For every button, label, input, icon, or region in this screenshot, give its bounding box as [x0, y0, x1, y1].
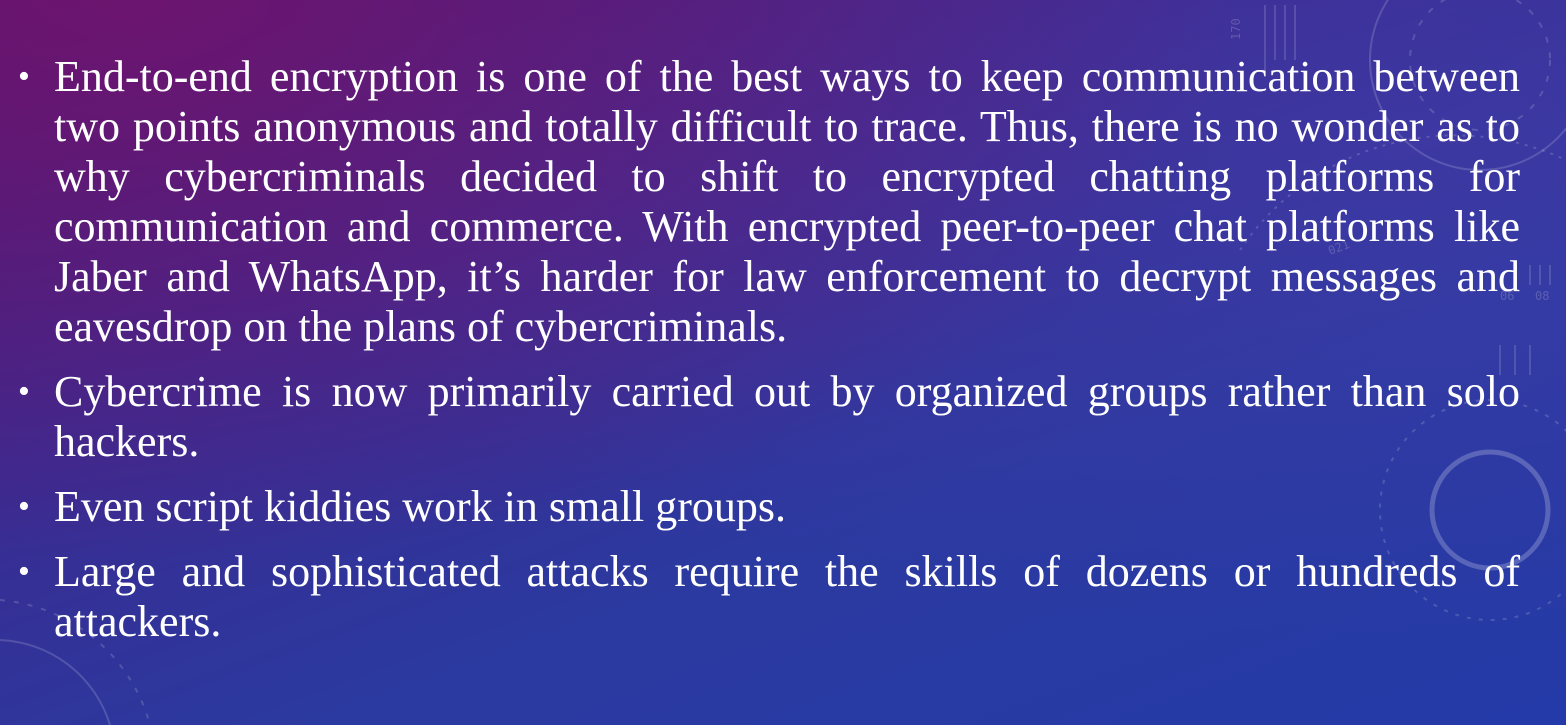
bullet-item-large-attacks: • Large and sophisticated attacks requir…	[0, 547, 1566, 647]
bullet-text: Cybercrime is now primarily carried out …	[54, 367, 1520, 466]
slide: { "slide": { "background_colors": ["#4a1…	[0, 0, 1566, 725]
bullet-dot-icon: •	[18, 58, 30, 95]
bullet-dot-icon: •	[18, 488, 30, 525]
bullet-text: End-to-end encryption is one of the best…	[54, 52, 1520, 351]
bullet-list: • End-to-end encryption is one of the be…	[0, 52, 1566, 647]
bullet-item-encryption: • End-to-end encryption is one of the be…	[0, 52, 1566, 352]
bullet-item-script-kiddies: • Even script kiddies work in small grou…	[0, 482, 1566, 532]
bullet-dot-icon: •	[18, 553, 30, 590]
slide-body: • End-to-end encryption is one of the be…	[0, 52, 1566, 712]
hud-label-170: 170	[1229, 18, 1243, 40]
bullet-dot-icon: •	[18, 373, 30, 410]
bullet-text: Large and sophisticated attacks require …	[54, 547, 1520, 646]
bullet-item-organized-groups: • Cybercrime is now primarily carried ou…	[0, 367, 1566, 467]
bullet-text: Even script kiddies work in small groups…	[54, 482, 787, 531]
